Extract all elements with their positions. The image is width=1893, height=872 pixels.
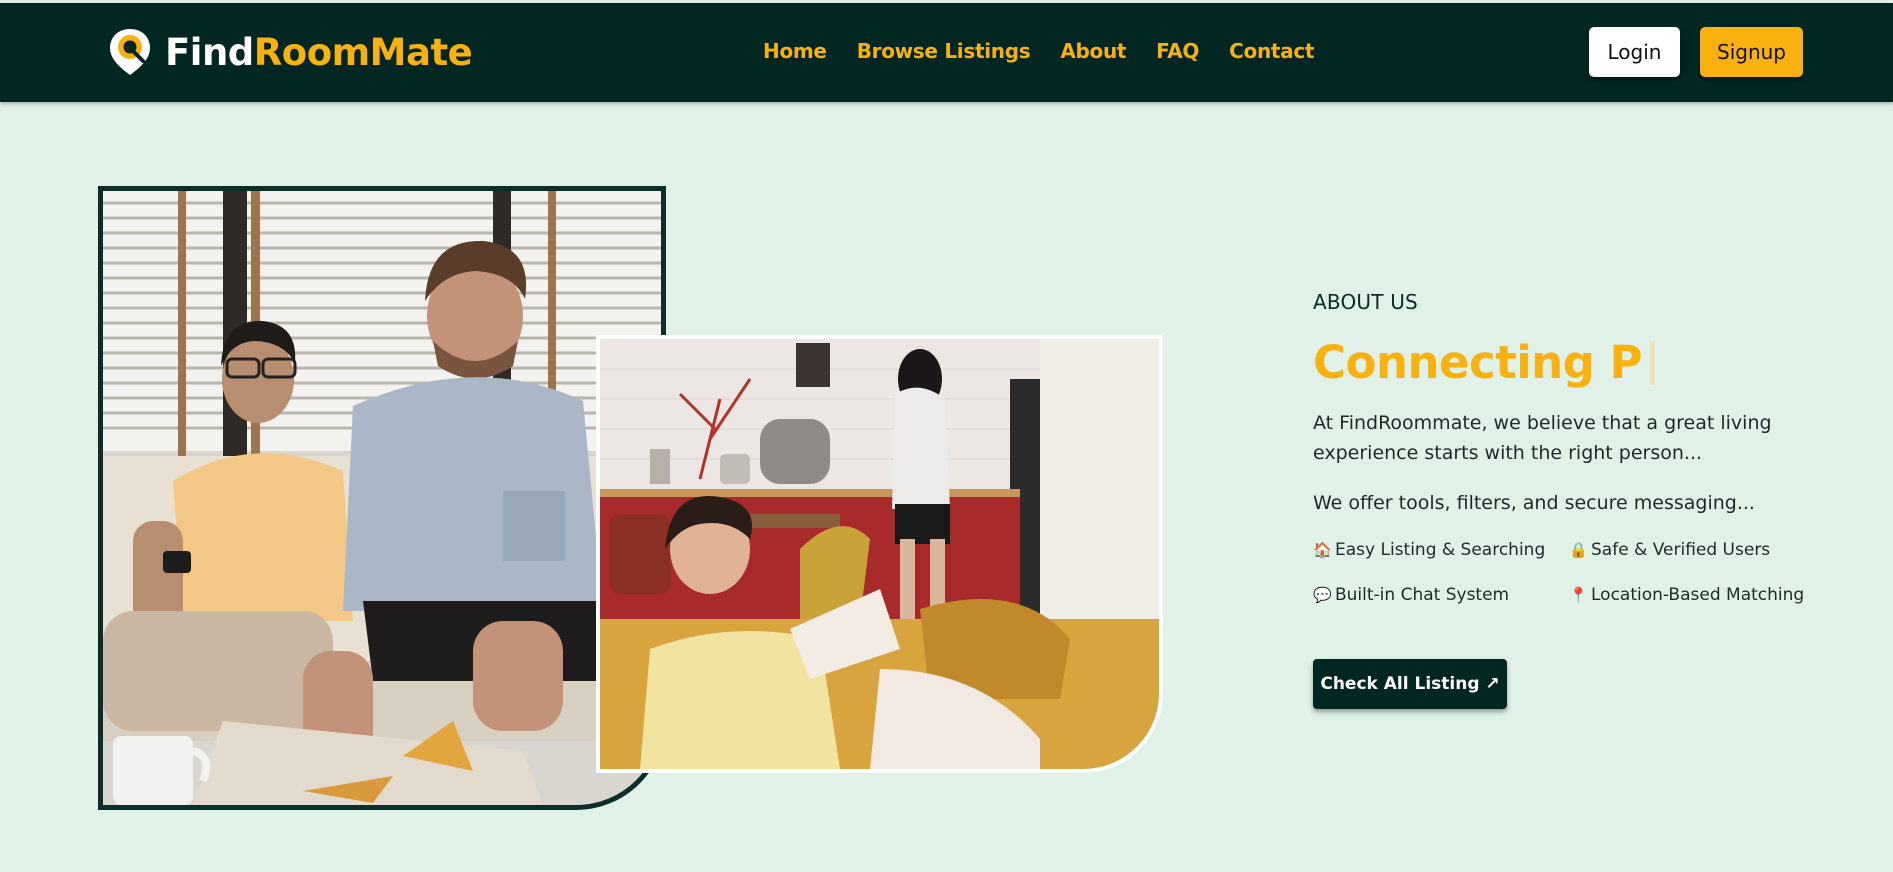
feature-label: Safe & Verified Users [1591, 540, 1771, 560]
nav-links: Home Browse Listings About FAQ Contact [763, 39, 1314, 63]
nav-link-faq[interactable]: FAQ [1156, 39, 1199, 63]
about-heading: Connecting P [1313, 336, 1656, 389]
feature-label: Location-Based Matching [1591, 585, 1805, 605]
nav-link-about[interactable]: About [1060, 39, 1126, 63]
feature-label: Easy Listing & Searching [1335, 540, 1546, 560]
top-navbar: FindRoomMate Home Browse Listings About … [0, 3, 1893, 102]
house-icon: 🏠 [1313, 541, 1332, 559]
location-pin-icon: 📍 [1569, 586, 1588, 604]
signup-button[interactable]: Signup [1700, 27, 1803, 77]
nav-link-browse-listings[interactable]: Browse Listings [857, 39, 1031, 63]
check-all-listing-button[interactable]: Check All Listing ↗ [1313, 659, 1507, 709]
about-paragraph-1: At FindRoommate, we believe that a great… [1313, 412, 1772, 464]
typing-cursor [1650, 340, 1656, 385]
speech-bubble-icon: 💬 [1313, 586, 1332, 604]
login-button[interactable]: Login [1589, 27, 1680, 77]
nav-link-contact[interactable]: Contact [1229, 39, 1314, 63]
feature-chat-system: 💬 Built-in Chat System [1313, 585, 1509, 605]
feature-safe-verified: 🔒 Safe & Verified Users [1569, 540, 1770, 560]
brand-logo[interactable]: FindRoomMate [107, 26, 473, 78]
lock-icon: 🔒 [1569, 541, 1588, 559]
nav-link-home[interactable]: Home [763, 39, 827, 63]
feature-easy-listing: 🏠 Easy Listing & Searching [1313, 540, 1545, 560]
apartment-kitchen-photo [596, 335, 1163, 773]
feature-label: Built-in Chat System [1335, 585, 1510, 605]
brand-name-roommate: RoomMate [253, 30, 473, 74]
about-paragraph-2: We offer tools, filters, and secure mess… [1313, 492, 1755, 514]
feature-location-matching: 📍 Location-Based Matching [1569, 585, 1804, 605]
brand-name-find: Find [165, 30, 254, 74]
about-us-label: ABOUT US [1313, 290, 1418, 314]
brand-name: FindRoomMate [165, 30, 473, 74]
roommates-sofa-photo [98, 186, 666, 810]
typing-heading-text: Connecting P [1313, 336, 1643, 389]
location-pin-logo-icon [110, 29, 150, 75]
